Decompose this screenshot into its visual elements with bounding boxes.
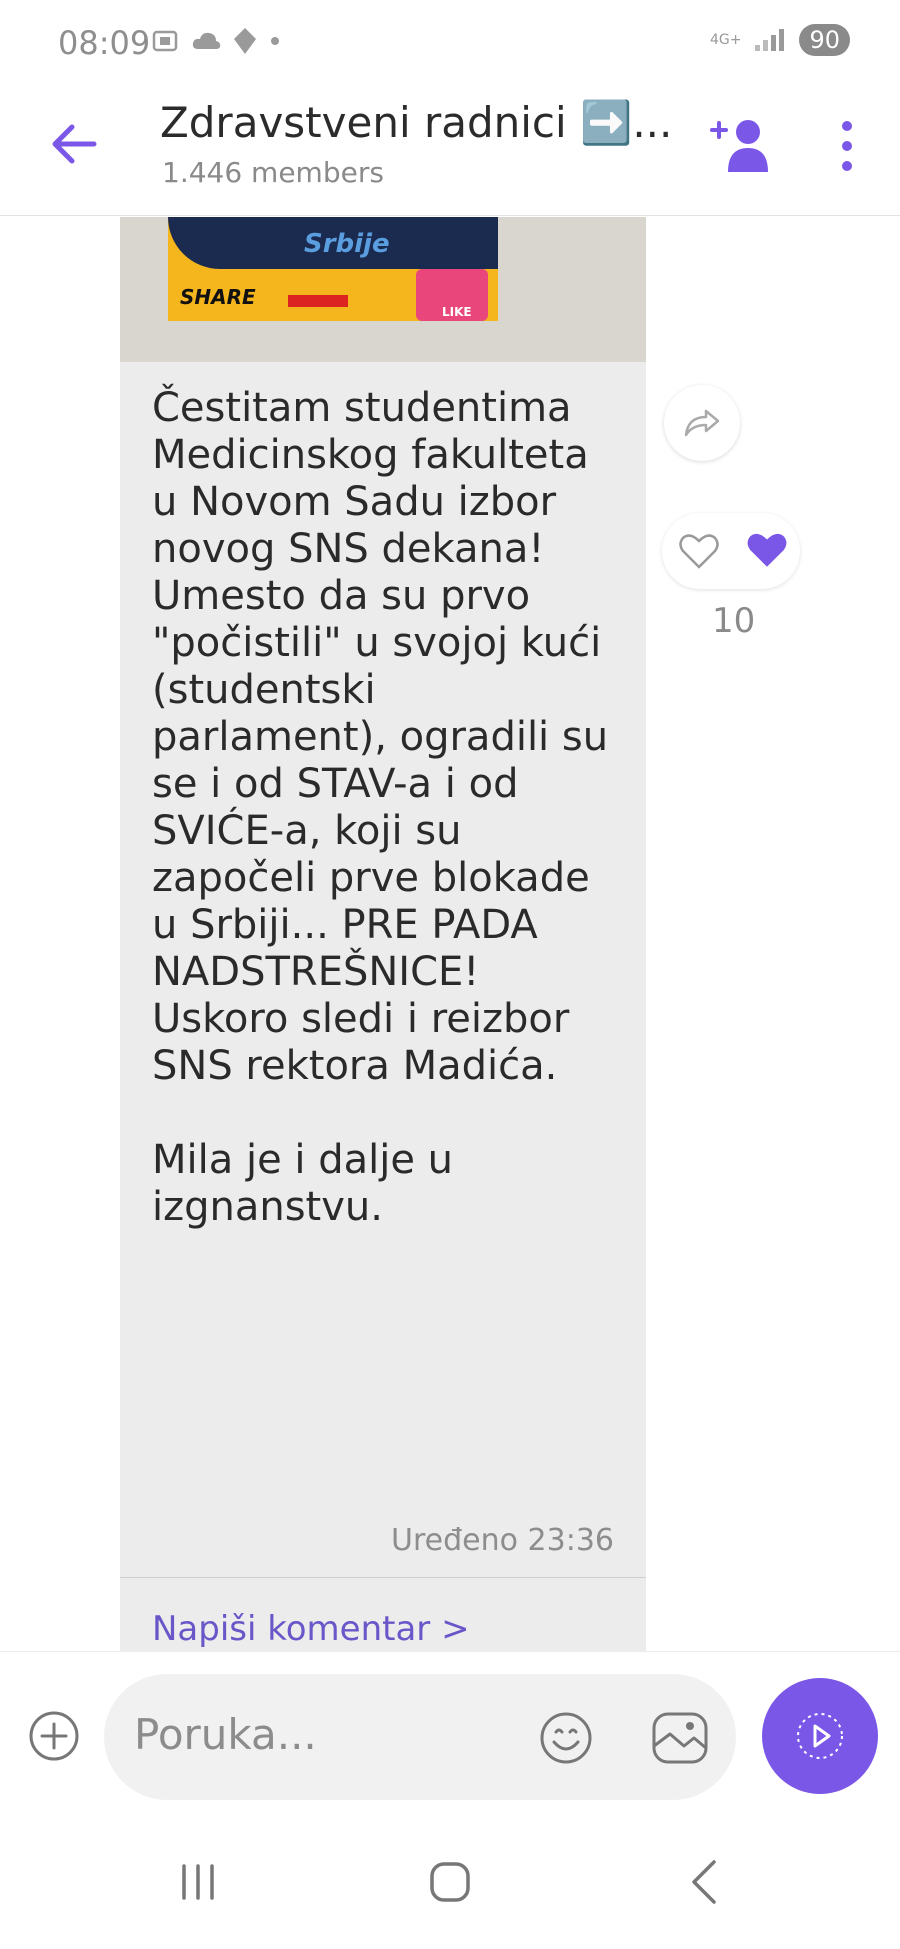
add-member-icon (710, 120, 768, 172)
status-bar: 08:09 4G+ 90 (0, 0, 900, 90)
cloud-icon (192, 32, 221, 49)
chat-header: Zdravstveni radnici ➡️... 1.446 members (0, 90, 900, 216)
more-options-button[interactable] (832, 116, 862, 176)
status-time: 08:09 (58, 24, 151, 62)
add-member-button[interactable] (708, 110, 778, 180)
send-icon (797, 1713, 843, 1759)
screenshot-icon (152, 30, 178, 52)
network-label: 4G+ (709, 32, 742, 48)
image-text-srbije: Srbije (304, 229, 390, 259)
member-count: 1.446 members (162, 156, 384, 189)
message-composer (0, 1651, 900, 1806)
image-subscribe-strip (288, 295, 348, 307)
edited-label: Uređeno (391, 1523, 518, 1558)
forward-button[interactable] (664, 385, 740, 461)
image-text-like: LIKE (442, 305, 472, 319)
reaction-count: 10 (712, 601, 756, 641)
write-comment-link[interactable]: Napiši komentar > (152, 1609, 470, 1649)
signal-icon (755, 29, 785, 51)
forward-icon (684, 409, 720, 437)
plus-circle-icon (29, 1711, 79, 1761)
message-list[interactable]: Srbije SHARE LIKE Čestitam studentima Me… (0, 217, 900, 1651)
heart-outline-icon[interactable] (678, 531, 720, 571)
comment-divider (120, 1577, 646, 1578)
status-system-icons: 4G+ 90 (710, 24, 850, 56)
message-bubble[interactable]: Srbije SHARE LIKE Čestitam studentima Me… (120, 217, 646, 1651)
message-time: 23:36 (527, 1523, 614, 1558)
system-nav-bar (0, 1806, 900, 1949)
emoji-icon (540, 1712, 592, 1764)
emoji-button[interactable] (538, 1710, 594, 1766)
send-button[interactable] (762, 1678, 878, 1794)
chevron-left-icon (692, 1860, 716, 1904)
chat-title[interactable]: Zdravstveni radnici ➡️... (160, 98, 680, 148)
recents-button[interactable] (176, 1860, 220, 1904)
attach-button[interactable] (28, 1710, 80, 1762)
sticker-button[interactable] (650, 1710, 710, 1766)
dot-icon (271, 37, 279, 45)
reaction-pill[interactable] (662, 513, 800, 589)
image-text-share: SHARE (180, 285, 256, 309)
home-icon (430, 1862, 470, 1902)
message-meta: Uređeno 23:36 (391, 1523, 614, 1558)
more-vertical-icon (842, 121, 852, 171)
home-button[interactable] (428, 1860, 472, 1904)
status-notification-icons (150, 26, 282, 56)
recents-icon (182, 1864, 214, 1900)
battery-indicator: 90 (799, 24, 850, 56)
message-text: Čestitam studentima Medicinskog fakultet… (152, 385, 609, 1230)
arrow-left-icon (52, 124, 97, 164)
back-button[interactable] (46, 116, 102, 172)
message-image[interactable]: Srbije SHARE LIKE (120, 217, 646, 362)
location-icon (234, 28, 256, 54)
message-input-container (104, 1674, 736, 1800)
system-back-button[interactable] (686, 1858, 722, 1906)
message-input[interactable] (134, 1704, 514, 1764)
sticker-icon (652, 1712, 708, 1764)
heart-filled-icon[interactable] (744, 529, 790, 571)
